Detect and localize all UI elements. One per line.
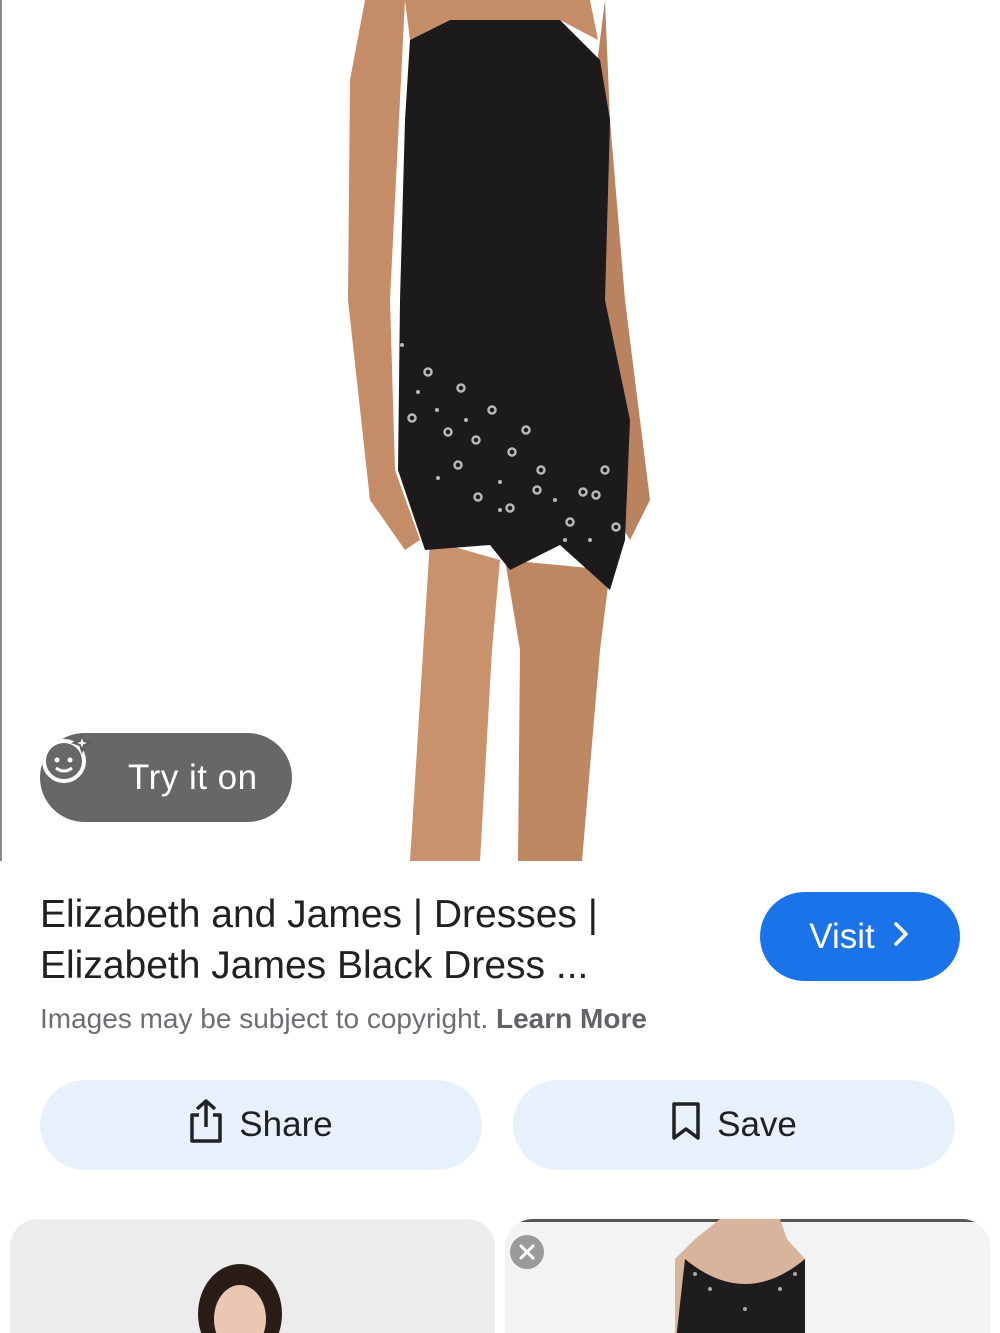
copyright-notice: Images may be subject to copyright. Lear… (40, 1003, 647, 1035)
dress-model-illustration (348, 0, 650, 861)
product-image[interactable]: Try it on (0, 0, 1000, 861)
related-image-thumbnail[interactable] (10, 1219, 495, 1333)
screen: Try it on Elizabeth and James | Dresses … (0, 0, 1000, 1333)
share-icon (189, 1098, 223, 1152)
result-title-line-2: Elizabeth James Black Dress ... (40, 944, 589, 987)
visit-label: Visit (809, 916, 875, 956)
learn-more-link[interactable]: Learn More (496, 1003, 647, 1034)
close-icon[interactable] (510, 1235, 544, 1269)
copyright-text: Images may be subject to copyright. (40, 1003, 489, 1034)
save-label: Save (717, 1105, 797, 1144)
thumbnail-dress-illustration (505, 1219, 990, 1333)
bookmark-icon (671, 1101, 701, 1150)
try-it-on-button[interactable]: Try it on (40, 733, 292, 822)
result-title-line-1: Elizabeth and James | Dresses | (40, 893, 598, 936)
save-button[interactable]: Save (513, 1080, 955, 1170)
visit-button[interactable]: Visit (760, 892, 960, 981)
chevron-right-icon (891, 917, 911, 957)
try-it-on-label: Try it on (128, 757, 258, 797)
result-title[interactable]: Elizabeth and James | Dresses | Elizabet… (40, 889, 730, 991)
share-button[interactable]: Share (40, 1080, 482, 1170)
thumbnail-person-illustration (198, 1264, 282, 1333)
sparkle-face-icon (42, 733, 114, 806)
related-image-thumbnail[interactable] (505, 1219, 990, 1333)
share-label: Share (239, 1105, 333, 1144)
